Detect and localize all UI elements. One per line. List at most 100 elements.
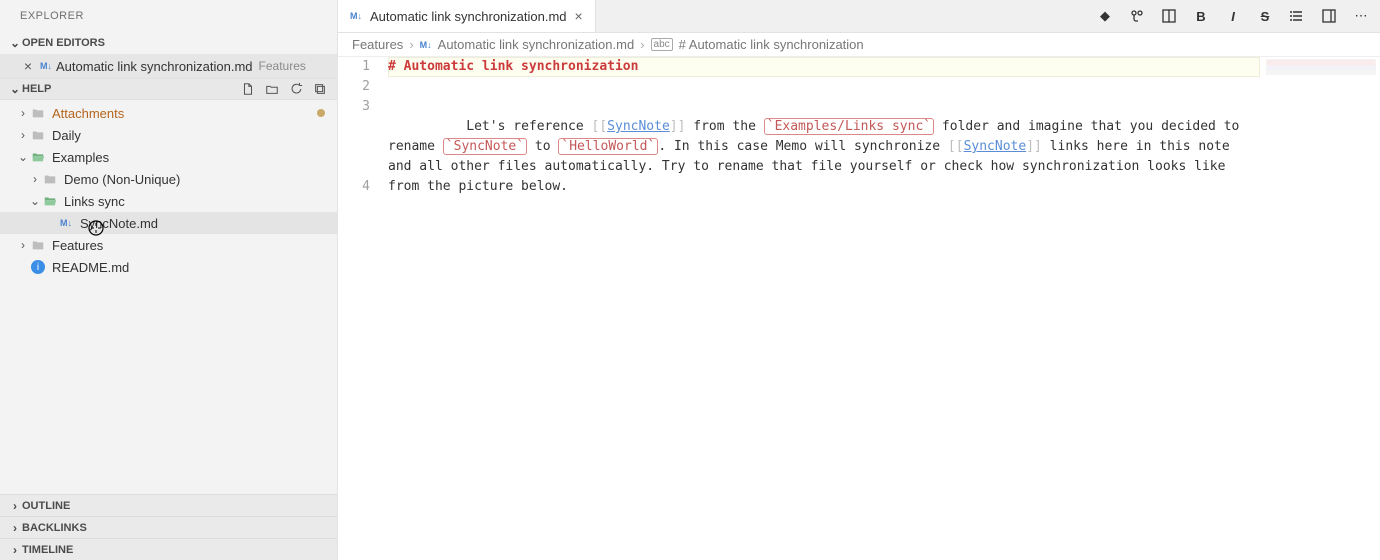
tree-item-label: Daily	[52, 128, 337, 143]
chevron-down-icon: ⌄	[8, 36, 22, 50]
explorer-title: EXPLORER	[0, 0, 337, 32]
chevron-right-icon: ›	[8, 521, 22, 535]
wikilink-syncnote[interactable]: SyncNote	[964, 139, 1027, 154]
line-number	[338, 157, 370, 177]
tab-actions: ◆ B I S ⋯	[1096, 0, 1380, 32]
outline-header[interactable]: › OUTLINE	[0, 494, 337, 516]
list-icon[interactable]	[1288, 7, 1306, 25]
tree-item-label: SyncNote.md	[80, 216, 337, 231]
help-label: HELP	[22, 83, 239, 95]
folder-icon	[30, 127, 46, 143]
split-editor-icon[interactable]	[1320, 7, 1338, 25]
wikilink-open: [[	[948, 139, 964, 154]
markdown-icon: M↓	[420, 40, 432, 50]
compare-changes-icon[interactable]	[1128, 7, 1146, 25]
inline-code-from: `SyncNote`	[443, 138, 527, 155]
timeline-header[interactable]: › TIMELINE	[0, 538, 337, 560]
open-editors-header[interactable]: ⌄ OPEN EDITORS	[0, 32, 337, 54]
tree-item-label: Attachments	[52, 106, 317, 121]
info-file-icon: i	[30, 259, 46, 275]
tree-item-label: Examples	[52, 150, 337, 165]
wikilink-syncnote[interactable]: SyncNote	[607, 119, 670, 134]
chevron-down-icon: ⌄	[28, 194, 42, 208]
outline-label: OUTLINE	[22, 500, 329, 512]
chevron-right-icon: ›	[8, 543, 22, 557]
open-editors-label: OPEN EDITORS	[22, 37, 329, 49]
refresh-icon[interactable]	[287, 80, 305, 98]
close-icon[interactable]: ×	[575, 8, 583, 24]
folder-icon	[30, 105, 46, 121]
italic-icon[interactable]: I	[1224, 7, 1242, 25]
diamond-icon[interactable]: ◆	[1096, 7, 1114, 25]
line-number: 4	[338, 177, 370, 197]
heading-icon: abc	[651, 38, 673, 51]
chevron-right-icon: ›	[28, 172, 42, 186]
tree-item-label: Links sync	[64, 194, 337, 209]
tree-item-label: README.md	[52, 260, 337, 275]
line-gutter: 123 4	[338, 57, 388, 560]
inline-code-to: `HelloWorld`	[558, 138, 658, 155]
tree-folder-links-sync[interactable]: ⌄ Links sync	[0, 190, 337, 212]
breadcrumb-features[interactable]: Features	[352, 37, 403, 52]
chevron-right-icon: ›	[8, 499, 22, 513]
tree-file-syncnote-md[interactable]: M↓ SyncNote.md	[0, 212, 337, 234]
wikilink-close: ]]	[670, 119, 686, 134]
timeline-label: TIMELINE	[22, 544, 329, 556]
text: from the	[685, 119, 763, 134]
editor-area: M↓ Automatic link synchronization.md × ◆…	[338, 0, 1380, 560]
help-header[interactable]: ⌄ HELP	[0, 78, 337, 100]
chevron-right-icon: ›	[640, 37, 644, 52]
line-number	[338, 117, 370, 137]
text: . In this case Memo will synchronize	[658, 139, 948, 154]
tree-folder-features[interactable]: ›Features	[0, 234, 337, 256]
inline-code-path: `Examples/Links sync`	[764, 118, 934, 135]
markdown-icon: M↓	[350, 11, 362, 21]
tab-title: Automatic link synchronization.md	[370, 9, 567, 24]
wikilink-open: [[	[592, 119, 608, 134]
editor-body[interactable]: 123 4 # Automatic link synchronization L…	[338, 57, 1380, 560]
tree-folder-attachments[interactable]: ›Attachments	[0, 102, 337, 124]
chevron-down-icon: ⌄	[8, 82, 22, 96]
markdown-icon: M↓	[58, 215, 74, 231]
backlinks-header[interactable]: › BACKLINKS	[0, 516, 337, 538]
strikethrough-icon[interactable]: S	[1256, 7, 1274, 25]
new-file-icon[interactable]	[239, 80, 257, 98]
heading-line: # Automatic link synchronization	[388, 59, 638, 74]
more-icon[interactable]: ⋯	[1352, 7, 1370, 25]
code-content[interactable]: # Automatic link synchronization Let's r…	[388, 57, 1380, 560]
tree-folder-demo-non-unique-[interactable]: › Demo (Non-Unique)	[0, 168, 337, 190]
modified-dot-icon	[317, 109, 325, 117]
open-editor-dir: Features	[259, 59, 306, 73]
new-folder-icon[interactable]	[263, 80, 281, 98]
close-icon[interactable]: ×	[20, 58, 36, 74]
open-preview-icon[interactable]	[1160, 7, 1178, 25]
open-editor-item[interactable]: × M↓ Automatic link synchronization.md F…	[0, 54, 337, 78]
line-number: 1	[338, 57, 370, 77]
folder-open-icon	[42, 193, 58, 209]
line-number	[338, 137, 370, 157]
line-number: 2	[338, 77, 370, 97]
chevron-down-icon: ⌄	[16, 150, 30, 164]
minimap[interactable]	[1266, 59, 1376, 75]
editor-tab[interactable]: M↓ Automatic link synchronization.md ×	[338, 0, 596, 32]
sidebar: EXPLORER ⌄ OPEN EDITORS × M↓ Automatic l…	[0, 0, 338, 560]
line-number: 3	[338, 97, 370, 117]
markdown-icon: M↓	[40, 61, 52, 71]
breadcrumb-heading[interactable]: # Automatic link synchronization	[679, 37, 864, 52]
collapse-all-icon[interactable]	[311, 80, 329, 98]
wikilink-close: ]]	[1026, 139, 1042, 154]
tree-folder-examples[interactable]: ⌄ Examples	[0, 146, 337, 168]
bold-icon[interactable]: B	[1192, 7, 1210, 25]
bottom-sections: › OUTLINE › BACKLINKS › TIMELINE	[0, 494, 337, 560]
tree-file-readme-md[interactable]: i README.md	[0, 256, 337, 278]
text: Let's reference	[466, 119, 591, 134]
breadcrumb-file[interactable]: Automatic link synchronization.md	[438, 37, 635, 52]
chevron-right-icon: ›	[409, 37, 413, 52]
open-editor-name: Automatic link synchronization.md	[56, 59, 253, 74]
tab-bar: M↓ Automatic link synchronization.md × ◆…	[338, 0, 1380, 33]
tree-folder-daily[interactable]: ›Daily	[0, 124, 337, 146]
tree-item-label: Demo (Non-Unique)	[64, 172, 337, 187]
chevron-right-icon: ›	[16, 238, 30, 252]
folder-icon	[30, 237, 46, 253]
breadcrumb[interactable]: Features › M↓ Automatic link synchroniza…	[338, 33, 1380, 57]
